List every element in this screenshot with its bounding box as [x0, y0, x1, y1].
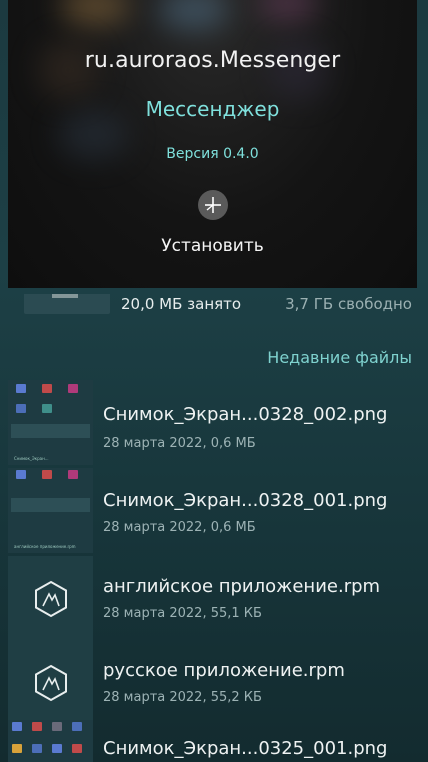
file-meta: 28 марта 2022, 0,6 МБ	[103, 520, 256, 535]
list-item[interactable]: русское приложение.rpm 28 марта 2022, 55…	[0, 640, 428, 728]
storage-thumbnail	[24, 294, 110, 314]
screenshot-thumbnail: английское приложение.rpm	[8, 468, 93, 553]
package-thumbnail	[8, 640, 93, 725]
install-button[interactable]: Установить	[8, 236, 417, 256]
list-item[interactable]: Снимок_Экран... Снимок_Экран...0328_002.…	[0, 380, 428, 468]
app-version: Версия 0.4.0	[166, 146, 259, 162]
file-name: английское приложение.rpm	[103, 576, 381, 597]
file-name: Снимок_Экран...0328_001.png	[103, 490, 388, 511]
storage-free: 3,7 ГБ свободно	[285, 295, 412, 313]
blurred-background	[158, 0, 228, 30]
file-name: Снимок_Экран...0328_002.png	[103, 404, 388, 425]
app-name: Мессенджер	[145, 97, 280, 121]
package-name: ru.auroraos.Messenger	[84, 48, 341, 73]
file-meta: 28 марта 2022, 0,6 МБ	[103, 436, 256, 451]
storage-used: 20,0 МБ занято	[121, 295, 242, 313]
rpm-package-icon	[35, 580, 67, 618]
list-item[interactable]: английское приложение.rpm Снимок_Экран..…	[0, 468, 428, 556]
package-thumbnail	[8, 556, 93, 641]
install-dialog: ru.auroraos.Messenger Мессенджер Версия …	[8, 0, 417, 288]
rpm-package-icon	[35, 664, 67, 702]
screenshot-thumbnail: Снимок_Экран...	[8, 380, 93, 465]
file-name: Снимок_Экран...0325_001.png	[103, 738, 388, 759]
file-name: русское приложение.rpm	[103, 660, 345, 681]
install-plus-icon[interactable]	[198, 190, 228, 220]
blurred-background	[258, 0, 318, 22]
file-meta: 28 марта 2022, 55,2 КБ	[103, 690, 262, 705]
file-meta: 28 марта 2022, 55,1 КБ	[103, 606, 262, 621]
blurred-background	[60, 0, 130, 26]
recent-files-header[interactable]: Недавние файлы	[267, 348, 412, 367]
screenshot-thumbnail[interactable]	[8, 720, 93, 762]
list-item[interactable]: английское приложение.rpm 28 марта 2022,…	[0, 556, 428, 644]
